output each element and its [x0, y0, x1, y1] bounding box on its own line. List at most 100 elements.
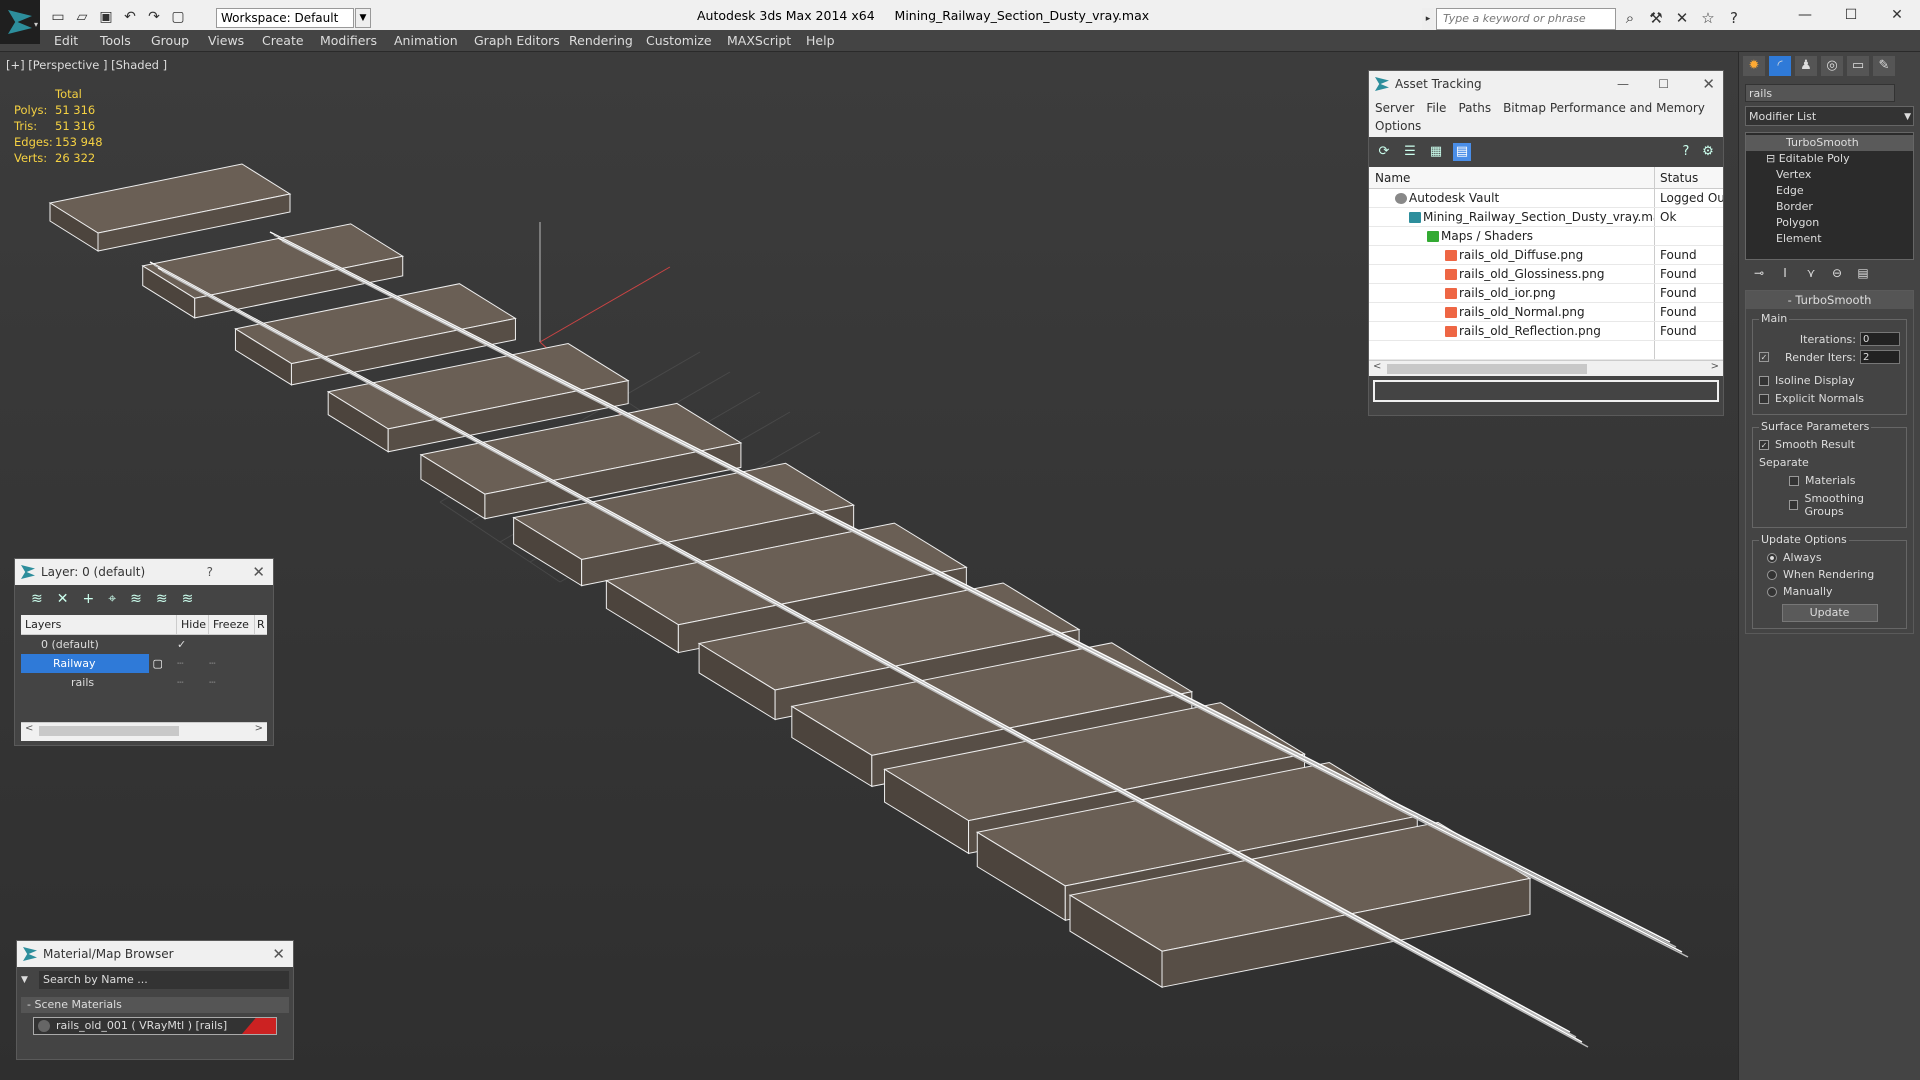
new-file-icon[interactable]: ▭ — [48, 8, 68, 26]
update-button[interactable]: Update — [1781, 604, 1878, 622]
layer-row[interactable]: Railway ▢ ┄ ┄ — [21, 654, 267, 673]
column-hide[interactable]: Hide — [177, 615, 209, 634]
material-search-input[interactable]: Search by Name ... — [39, 971, 289, 989]
menu-maxscript[interactable]: MAXScript — [727, 33, 791, 48]
table-row[interactable]: rails_old_Normal.png Found — [1369, 303, 1723, 322]
layer-row[interactable]: 0 (default) ✓ — [21, 635, 267, 654]
menu-file[interactable]: File — [1426, 101, 1446, 115]
freeze-all-icon[interactable]: ≋ — [182, 591, 194, 609]
open-file-icon[interactable]: ▱ — [72, 8, 92, 26]
hide-all-icon[interactable]: ≋ — [156, 591, 168, 609]
hide-toggle[interactable]: ┄ — [177, 673, 209, 692]
explicit-normals-checkbox[interactable] — [1759, 393, 1769, 404]
stack-item-editable-poly[interactable]: ⊟ Editable Poly — [1746, 151, 1913, 167]
show-end-result-icon[interactable]: Ⅰ — [1775, 266, 1795, 284]
render-iters-spinner[interactable]: 2 — [1860, 350, 1900, 364]
tools-icon[interactable]: ⚒ — [1646, 8, 1666, 28]
asset-tracking-titlebar[interactable]: Asset Tracking — ☐ ✕ — [1369, 71, 1723, 97]
chevron-down-icon[interactable]: ▼ — [355, 8, 371, 28]
search-input[interactable]: Type a keyword or phrase — [1436, 8, 1616, 30]
delete-icon[interactable]: ✕ — [57, 591, 69, 609]
modify-tab-icon[interactable]: ◜ — [1769, 56, 1791, 76]
menu-modifiers[interactable]: Modifiers — [320, 33, 377, 48]
maximize-icon[interactable]: ☐ — [1658, 71, 1669, 97]
create-tab-icon[interactable]: ✹ — [1743, 56, 1765, 76]
menu-customize[interactable]: Customize — [646, 33, 712, 48]
app-logo-button[interactable]: ▾ — [0, 0, 40, 44]
menu-options[interactable]: Options — [1375, 119, 1421, 133]
menu-server[interactable]: Server — [1375, 101, 1414, 115]
horizontal-scrollbar[interactable]: < > — [1369, 360, 1723, 376]
select-layer-icon[interactable]: ⌖ — [108, 591, 116, 609]
undo-icon[interactable]: ↶ — [120, 8, 140, 26]
display-tab-icon[interactable]: ▭ — [1847, 56, 1869, 76]
column-render[interactable]: R — [255, 615, 265, 634]
current-layer-icon[interactable]: ▢ — [149, 654, 177, 673]
hierarchy-tab-icon[interactable]: ♟ — [1795, 56, 1817, 76]
remove-modifier-icon[interactable]: ⊖ — [1827, 266, 1847, 284]
stack-item-element[interactable]: Element — [1746, 231, 1913, 247]
close-icon[interactable]: ✕ — [1874, 4, 1920, 26]
stack-item-edge[interactable]: Edge — [1746, 183, 1913, 199]
stack-item-border[interactable]: Border — [1746, 199, 1913, 215]
table-row[interactable]: rails_old_Reflection.png Found — [1369, 322, 1723, 341]
menu-edit[interactable]: Edit — [54, 33, 78, 48]
help-icon[interactable]: ? — [1677, 143, 1695, 161]
when-rendering-radio[interactable] — [1767, 569, 1777, 580]
menu-rendering[interactable]: Rendering — [569, 33, 633, 48]
asset-path-field[interactable] — [1373, 380, 1719, 402]
freeze-toggle[interactable]: ┄ — [209, 654, 216, 673]
chevron-right-icon[interactable]: > — [1711, 361, 1719, 372]
search-arrow-icon[interactable]: ▸ — [1422, 8, 1434, 30]
utilities-tab-icon[interactable]: ✎ — [1873, 56, 1895, 76]
rollout-header[interactable]: - TurboSmooth — [1746, 291, 1913, 309]
minimize-icon[interactable]: — — [1617, 71, 1629, 97]
material-browser-titlebar[interactable]: Material/Map Browser ✕ — [17, 941, 293, 967]
scrollbar-thumb[interactable] — [1387, 364, 1587, 374]
smoothing-groups-checkbox[interactable] — [1789, 500, 1799, 510]
column-name[interactable]: Name — [1369, 167, 1655, 188]
menu-graph-editors[interactable]: Graph Editors — [474, 33, 560, 48]
chevron-left-icon[interactable]: < — [1373, 361, 1381, 372]
render-iters-checkbox[interactable]: ✓ — [1759, 352, 1769, 362]
refresh-icon[interactable]: ⟳ — [1375, 143, 1393, 161]
project-folder-icon[interactable]: ▢ — [168, 8, 188, 26]
table-view-icon[interactable]: ▤ — [1453, 143, 1471, 161]
layer-stack-icon[interactable]: ≋ — [31, 591, 43, 609]
stack-item-turbosmooth[interactable]: TurboSmooth — [1746, 135, 1913, 151]
pin-stack-icon[interactable]: ⊸ — [1749, 266, 1769, 284]
menu-help[interactable]: Help — [806, 33, 835, 48]
horizontal-scrollbar[interactable]: < > — [21, 722, 267, 738]
star-icon[interactable]: ☆ — [1698, 8, 1718, 28]
table-row[interactable]: Autodesk Vault Logged Ou — [1369, 189, 1723, 208]
layer-row[interactable]: rails ┄ ┄ — [21, 673, 267, 692]
column-layers[interactable]: Layers — [21, 615, 177, 634]
layer-titlebar[interactable]: Layer: 0 (default)? ✕ — [15, 559, 273, 585]
scene-materials-section[interactable]: - Scene Materials — [21, 997, 289, 1013]
thumbnail-view-icon[interactable]: ▦ — [1427, 143, 1445, 161]
help-icon[interactable]: ? — [207, 559, 213, 585]
menu-animation[interactable]: Animation — [394, 33, 458, 48]
materials-checkbox[interactable] — [1789, 475, 1799, 486]
menu-views[interactable]: Views — [208, 33, 244, 48]
table-row[interactable]: rails_old_ior.png Found — [1369, 284, 1723, 303]
settings-icon[interactable]: ⚙ — [1699, 143, 1717, 161]
material-item[interactable]: rails_old_001 ( VRayMtl ) [rails] — [33, 1017, 277, 1035]
exchange-icon[interactable]: ✕ — [1672, 8, 1692, 28]
menu-tools[interactable]: Tools — [100, 33, 131, 48]
close-icon[interactable]: ✕ — [272, 941, 285, 967]
close-icon[interactable]: ✕ — [252, 559, 265, 585]
hide-toggle[interactable]: ┄ — [177, 654, 209, 673]
close-icon[interactable]: ✕ — [1702, 71, 1715, 97]
stack-item-polygon[interactable]: Polygon — [1746, 215, 1913, 231]
save-file-icon[interactable]: ▣ — [96, 8, 116, 26]
motion-tab-icon[interactable]: ◎ — [1821, 56, 1843, 76]
highlight-layer-icon[interactable]: ≋ — [130, 591, 142, 609]
menu-paths[interactable]: Paths — [1458, 101, 1491, 115]
table-row[interactable]: rails_old_Diffuse.png Found — [1369, 246, 1723, 265]
workspace-select[interactable]: Workspace: Default ▼ — [216, 8, 371, 28]
list-view-icon[interactable]: ☰ — [1401, 143, 1419, 161]
isoline-checkbox[interactable] — [1759, 375, 1769, 386]
smooth-result-checkbox[interactable]: ✓ — [1759, 439, 1769, 450]
minimize-icon[interactable]: — — [1782, 4, 1828, 26]
